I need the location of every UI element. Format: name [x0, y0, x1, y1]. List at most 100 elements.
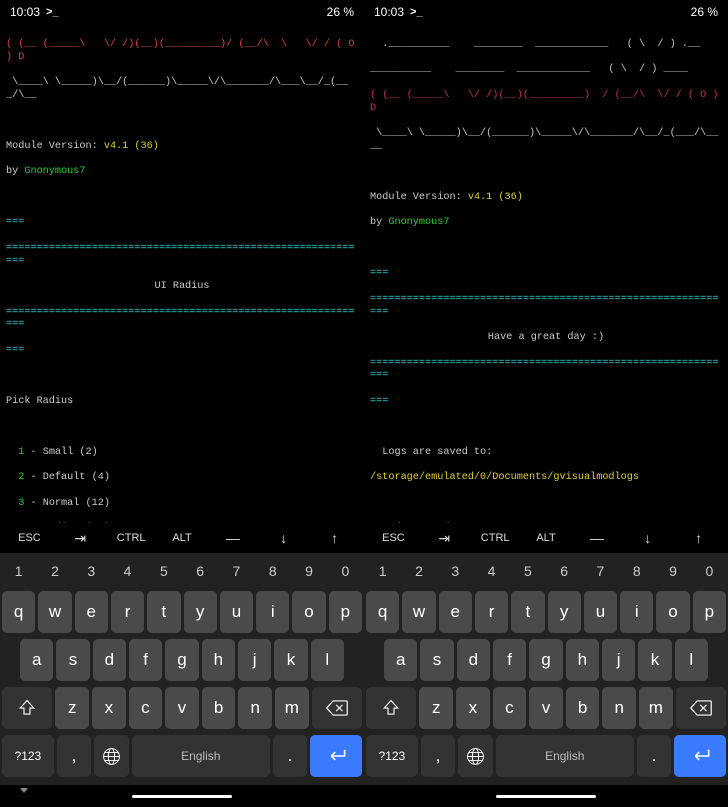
key-n[interactable]: n — [238, 687, 272, 729]
key-r[interactable]: r — [111, 591, 144, 633]
key-y[interactable]: y — [184, 591, 217, 633]
key-h[interactable]: h — [566, 639, 599, 681]
key-8[interactable]: 8 — [620, 557, 653, 585]
key-5[interactable]: 5 — [147, 557, 180, 585]
key-i[interactable]: i — [620, 591, 653, 633]
key-1[interactable]: 1 — [366, 557, 399, 585]
key-4[interactable]: 4 — [111, 557, 144, 585]
nav-pill[interactable] — [132, 795, 232, 798]
key-6[interactable]: 6 — [548, 557, 581, 585]
key-k[interactable]: k — [638, 639, 671, 681]
extrakey-up[interactable]: ↑ — [673, 530, 724, 546]
key-b[interactable]: b — [566, 687, 600, 729]
key-y[interactable]: y — [548, 591, 581, 633]
extrakey-alt[interactable]: ALT — [157, 532, 208, 544]
key-space[interactable]: English — [496, 735, 634, 777]
extrakey-down[interactable]: ↓ — [622, 530, 673, 546]
key-g[interactable]: g — [165, 639, 198, 681]
key-o[interactable]: o — [292, 591, 325, 633]
key-backspace[interactable] — [676, 687, 726, 729]
key-e[interactable]: e — [439, 591, 472, 633]
key-0[interactable]: 0 — [693, 557, 726, 585]
key-s[interactable]: s — [56, 639, 89, 681]
key-q[interactable]: q — [366, 591, 399, 633]
key-p[interactable]: p — [329, 591, 362, 633]
key-u[interactable]: u — [220, 591, 253, 633]
key-3[interactable]: 3 — [439, 557, 472, 585]
terminal-right[interactable]: .__________ ________ ____________ ( \ / … — [364, 24, 728, 523]
key-backspace[interactable] — [312, 687, 362, 729]
key-m[interactable]: m — [639, 687, 673, 729]
key-n[interactable]: n — [602, 687, 636, 729]
extrakey-down[interactable]: ↓ — [258, 530, 309, 546]
key-v[interactable]: v — [165, 687, 199, 729]
key-q[interactable]: q — [2, 591, 35, 633]
key-5[interactable]: 5 — [511, 557, 544, 585]
key-r[interactable]: r — [475, 591, 508, 633]
key-h[interactable]: h — [202, 639, 235, 681]
key-t[interactable]: t — [147, 591, 180, 633]
key-period[interactable]: . — [637, 735, 672, 777]
key-e[interactable]: e — [75, 591, 108, 633]
key-x[interactable]: x — [92, 687, 126, 729]
extrakey-dash[interactable]: ― — [571, 530, 622, 546]
key-v[interactable]: v — [529, 687, 563, 729]
key-7[interactable]: 7 — [220, 557, 253, 585]
key-a[interactable]: a — [384, 639, 417, 681]
key-enter[interactable] — [674, 735, 726, 777]
extrakey-esc[interactable]: ESC — [368, 532, 419, 544]
key-t[interactable]: t — [511, 591, 544, 633]
extrakey-ctrl[interactable]: CTRL — [106, 532, 157, 544]
key-c[interactable]: c — [129, 687, 163, 729]
key-z[interactable]: z — [419, 687, 453, 729]
key-f[interactable]: f — [493, 639, 526, 681]
key-l[interactable]: l — [311, 639, 344, 681]
key-o[interactable]: o — [656, 591, 689, 633]
key-b[interactable]: b — [202, 687, 236, 729]
key-z[interactable]: z — [55, 687, 89, 729]
key-a[interactable]: a — [20, 639, 53, 681]
key-4[interactable]: 4 — [475, 557, 508, 585]
key-language[interactable] — [94, 735, 129, 777]
key-shift[interactable] — [2, 687, 52, 729]
extrakey-dash[interactable]: ― — [207, 530, 258, 546]
key-9[interactable]: 9 — [656, 557, 689, 585]
key-comma[interactable]: , — [421, 735, 456, 777]
key-language[interactable] — [458, 735, 493, 777]
key-c[interactable]: c — [493, 687, 527, 729]
key-s[interactable]: s — [420, 639, 453, 681]
key-w[interactable]: w — [38, 591, 71, 633]
key-l[interactable]: l — [675, 639, 708, 681]
key-9[interactable]: 9 — [292, 557, 325, 585]
terminal-left[interactable]: ( (__ (_____\ \/ /)(__)(_________)/ (__/… — [0, 24, 364, 523]
key-w[interactable]: w — [402, 591, 435, 633]
key-symbols[interactable]: ?123 — [2, 735, 54, 777]
key-0[interactable]: 0 — [329, 557, 362, 585]
key-d[interactable]: d — [93, 639, 126, 681]
key-space[interactable]: English — [132, 735, 270, 777]
extrakey-tab[interactable]: ⇥ — [419, 530, 470, 547]
key-enter[interactable] — [310, 735, 362, 777]
key-period[interactable]: . — [273, 735, 308, 777]
key-7[interactable]: 7 — [584, 557, 617, 585]
key-symbols[interactable]: ?123 — [366, 735, 418, 777]
key-u[interactable]: u — [584, 591, 617, 633]
key-3[interactable]: 3 — [75, 557, 108, 585]
key-f[interactable]: f — [129, 639, 162, 681]
key-shift[interactable] — [366, 687, 416, 729]
key-i[interactable]: i — [256, 591, 289, 633]
extrakey-tab[interactable]: ⇥ — [55, 530, 106, 547]
key-j[interactable]: j — [602, 639, 635, 681]
key-2[interactable]: 2 — [38, 557, 71, 585]
key-p[interactable]: p — [693, 591, 726, 633]
nav-pill[interactable] — [496, 795, 596, 798]
extrakey-up[interactable]: ↑ — [309, 530, 360, 546]
extrakey-esc[interactable]: ESC — [4, 532, 55, 544]
extrakey-ctrl[interactable]: CTRL — [470, 532, 521, 544]
key-8[interactable]: 8 — [256, 557, 289, 585]
key-k[interactable]: k — [274, 639, 307, 681]
extrakey-alt[interactable]: ALT — [521, 532, 572, 544]
key-m[interactable]: m — [275, 687, 309, 729]
key-comma[interactable]: , — [57, 735, 92, 777]
key-j[interactable]: j — [238, 639, 271, 681]
